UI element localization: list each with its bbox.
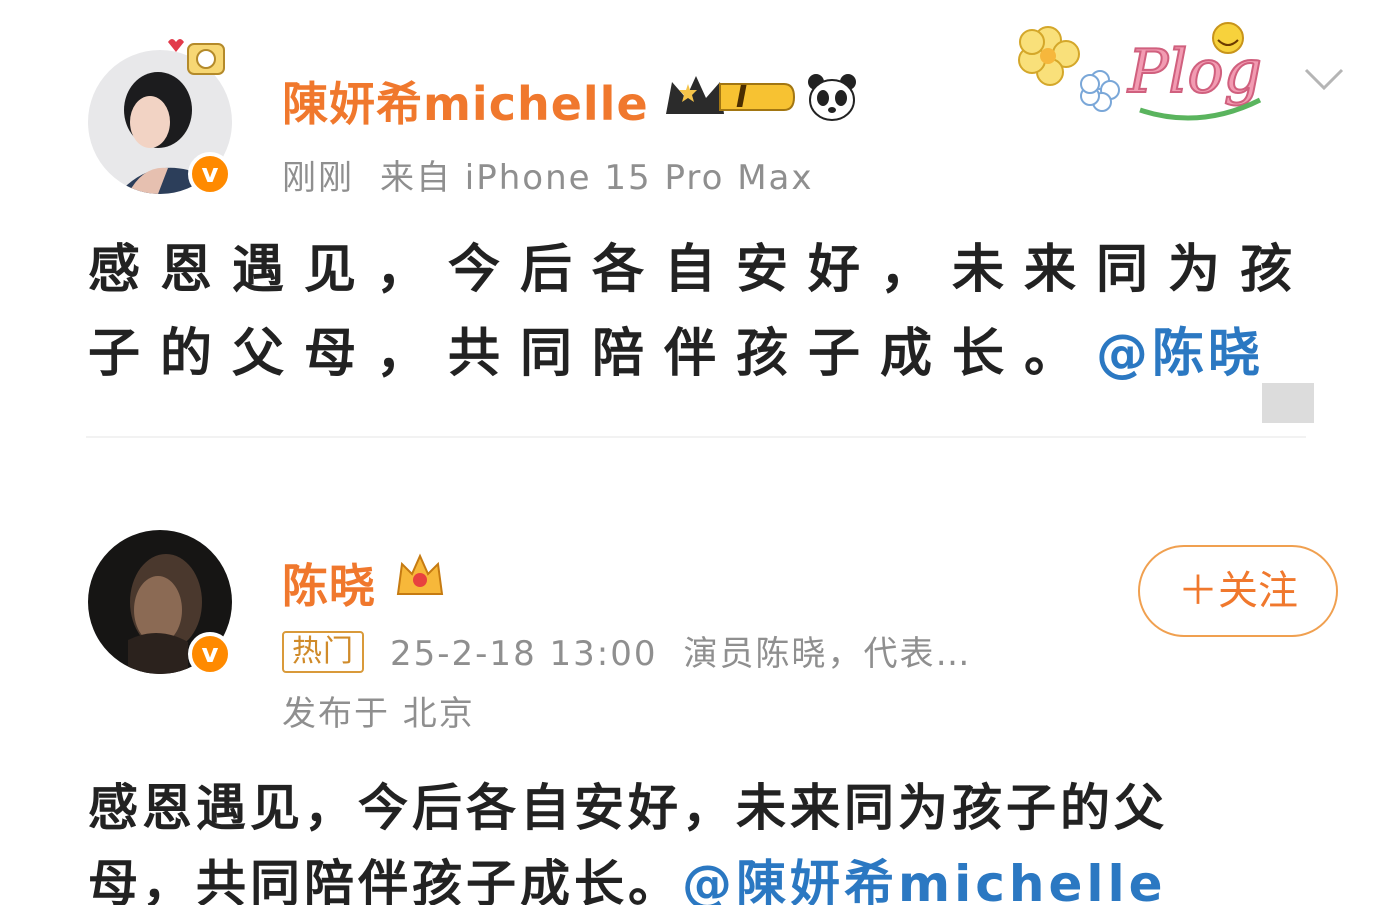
post-chenxiao: v 陈晓 ＋关注 热门 25-2-18 13:00 演员陈晓，代表… 发布于 北京 … bbox=[0, 440, 1386, 905]
username[interactable]: 陳妍希michelle bbox=[282, 68, 649, 134]
image-placeholder bbox=[1262, 383, 1314, 423]
level-badge-label: I bbox=[736, 80, 748, 115]
verified-icon: v bbox=[188, 152, 232, 196]
post-michelle: v 陳妍希michelle I 刚刚来自 iPhone 15 Pro Max bbox=[0, 0, 1386, 440]
follow-button[interactable]: ＋关注 bbox=[1138, 545, 1338, 637]
verified-icon: v bbox=[188, 632, 232, 676]
post-text-line1: 感恩遇见，今后各自安好，未来同为孩 bbox=[88, 240, 1313, 300]
post-text: 感恩遇见，今后各自安好，未来同为孩子的父 母，共同陪伴孩子成长。@陳妍希mich… bbox=[88, 770, 1168, 905]
plog-text: Plog bbox=[1127, 37, 1262, 107]
hot-badge: 热门 bbox=[282, 631, 364, 673]
mention-link[interactable]: @陳妍希michelle bbox=[682, 855, 1167, 905]
post-time: 刚刚 bbox=[282, 158, 354, 198]
post-time: 25-2-18 13:00 bbox=[390, 634, 658, 674]
crown-icon bbox=[396, 553, 444, 595]
post-text: 感恩遇见，今后各自安好，未来同为孩 子的父母，共同陪伴孩子成长。@陈晓 bbox=[88, 228, 1312, 396]
username[interactable]: 陈晓 bbox=[282, 550, 376, 616]
author-desc: 演员陈晓，代表… bbox=[683, 634, 972, 674]
post-text-line2: 子的父母，共同陪伴孩子成长。@陈晓 bbox=[88, 324, 1265, 384]
post-text-line2: 母，共同陪伴孩子成长。@陳妍希michelle bbox=[88, 846, 1168, 905]
post-meta: 热门 25-2-18 13:00 演员陈晓，代表… bbox=[282, 626, 998, 675]
post-meta: 刚刚 来自 iPhone 15 Pro Max bbox=[282, 150, 840, 199]
plog-sticker-icon: Plog bbox=[1018, 22, 1263, 121]
mention-link[interactable]: @陈晓 bbox=[1096, 324, 1264, 384]
post-text-line1: 感恩遇见，今后各自安好，未来同为孩子的父 bbox=[88, 779, 1168, 837]
cat-sticker-icon bbox=[168, 39, 225, 75]
divider bbox=[86, 436, 1306, 438]
panda-icon bbox=[808, 74, 856, 121]
post-source[interactable]: 来自 iPhone 15 Pro Max bbox=[380, 158, 814, 198]
post-location: 发布于 北京 bbox=[282, 694, 475, 734]
weibo-feed: v 陳妍希michelle I 刚刚来自 iPhone 15 Pro Max bbox=[0, 0, 1386, 905]
crown-level-icon bbox=[666, 76, 796, 114]
chevron-down-icon[interactable] bbox=[1300, 60, 1348, 100]
